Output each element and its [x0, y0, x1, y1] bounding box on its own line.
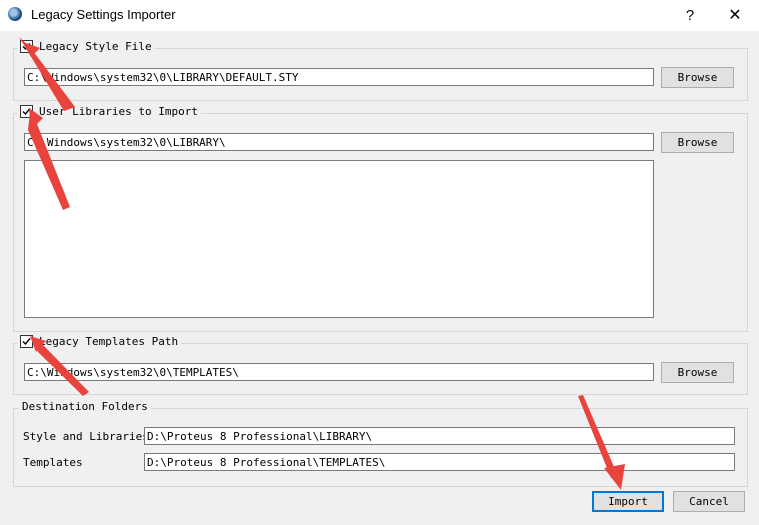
annotation-arrow-icon — [23, 42, 40, 57]
annotation-arrow-icon — [578, 395, 618, 478]
annotation-arrow-icon — [33, 339, 89, 396]
annotation-arrows — [19, 37, 625, 490]
annotation-arrow-icon — [604, 464, 625, 490]
